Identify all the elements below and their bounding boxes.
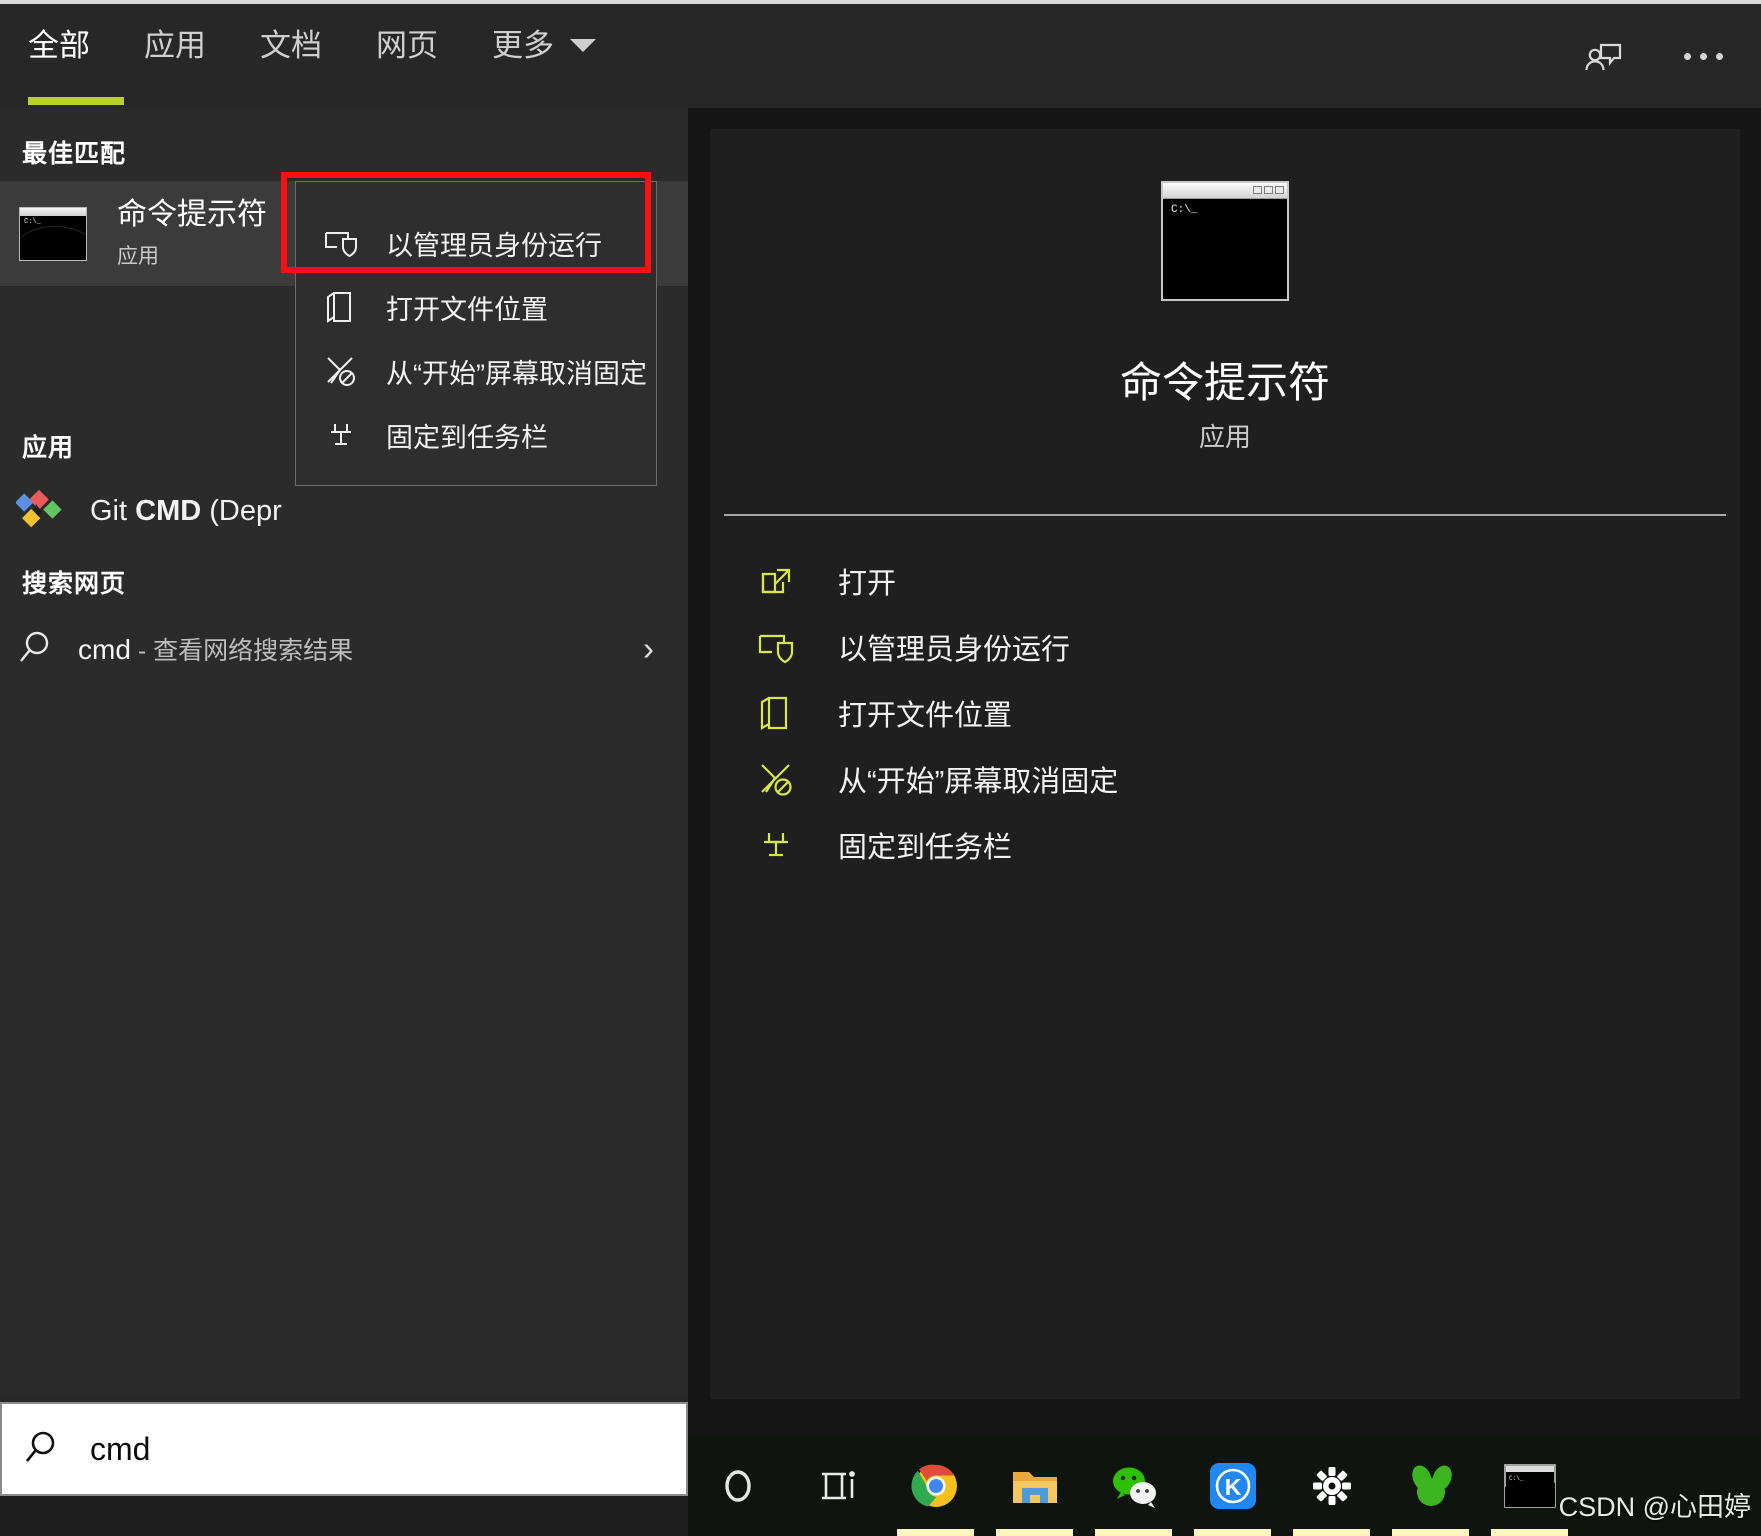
search-header: 全部 应用 文档 网页 更多 (0, 4, 1761, 108)
list-item-web-search[interactable]: cmd - 查看网络搜索结果 › (0, 616, 688, 682)
taskbar-item-navicat[interactable] (1381, 1436, 1480, 1536)
more-options-icon[interactable] (1677, 30, 1729, 82)
apps-section-heading: 应用 (22, 434, 75, 462)
preview-actions: 打开 以管理员身份运行 打开文件位置 从“开始”屏幕取消固定 固定到任务栏 (750, 549, 1700, 879)
taskbar-item-task-view[interactable] (787, 1436, 886, 1536)
unpin-start-icon (320, 350, 362, 392)
command-prompt-icon-text: C:\_ (24, 217, 41, 226)
tab-apps[interactable]: 应用 (144, 30, 206, 67)
svg-text:K: K (1224, 1474, 1241, 1500)
more-dots (1683, 52, 1723, 60)
git-cmd-suffix: (Depr (201, 494, 282, 527)
git-cmd-prefix: Git (90, 494, 136, 527)
web-section-heading: 搜索网页 (22, 570, 127, 598)
taskbar-running-indicator (1095, 1529, 1172, 1536)
preview-subtitle: 应用 (1198, 422, 1251, 452)
tab-more[interactable]: 更多 (492, 30, 596, 67)
context-menu-item-unpin-start[interactable]: 从“开始”屏幕取消固定 (296, 339, 656, 403)
preview-card: C:\_ 命令提示符 应用 打开 以管理员身份运行 打开文件位置 从“开始”屏幕… (710, 129, 1740, 1399)
taskbar-running-indicator (1491, 1529, 1568, 1536)
context-menu-item-open-file-location[interactable]: 打开文件位置 (296, 275, 656, 339)
tab-web[interactable]: 网页 (376, 30, 438, 67)
tab-all[interactable]: 全部 (28, 30, 90, 67)
unpin-start-icon (750, 753, 802, 805)
pin-taskbar-icon (320, 414, 362, 456)
folder-open-icon (320, 286, 362, 328)
action-open[interactable]: 打开 (750, 549, 1700, 613)
tab-documents[interactable]: 文档 (260, 30, 322, 67)
search-filter-tabs: 全部 应用 文档 网页 更多 (28, 30, 650, 67)
taskbar-running-indicator (996, 1529, 1073, 1536)
taskbar-running-indicator (1392, 1529, 1469, 1536)
action-unpin-start-label: 从“开始”屏幕取消固定 (838, 766, 1119, 798)
taskbar-item-chrome[interactable] (886, 1436, 985, 1536)
command-prompt-large-icon-text: C:\_ (1171, 204, 1198, 216)
action-open-file-location-label: 打开文件位置 (838, 700, 1013, 732)
context-menu: 以管理员身份运行 打开文件位置 从“开始”屏幕取消固定 固定到任务栏 (295, 181, 657, 486)
context-menu-item-unpin-start-label: 从“开始”屏幕取消固定 (386, 358, 647, 389)
web-search-query: cmd (78, 634, 131, 665)
chevron-right-icon: › (643, 630, 654, 667)
taskbar-upper-strip (688, 1402, 1761, 1436)
tab-more-label: 更多 (492, 28, 554, 63)
command-prompt-icon: C:\_ (19, 206, 87, 261)
open-external-icon (750, 555, 802, 607)
git-cmd-icon (14, 488, 62, 534)
action-run-as-admin-label: 以管理员身份运行 (838, 634, 1071, 666)
preview-pane: C:\_ 命令提示符 应用 打开 以管理员身份运行 打开文件位置 从“开始”屏幕… (688, 108, 1761, 1402)
pin-taskbar-icon (750, 819, 802, 871)
best-match-heading: 最佳匹配 (22, 140, 127, 168)
tab-documents-label: 文档 (260, 28, 322, 63)
preview-divider (724, 514, 1726, 516)
windows-search-screen: 全部 应用 文档 网页 更多 最佳匹配 C:\_ 命令提示符 应用 应用 Git… (0, 0, 1761, 1536)
context-menu-item-open-file-location-label: 打开文件位置 (386, 294, 548, 325)
header-actions (1577, 30, 1729, 82)
taskbar-item-settings[interactable] (1282, 1436, 1381, 1536)
shield-run-icon (320, 222, 362, 264)
taskbar-item-cortana[interactable] (688, 1436, 787, 1536)
tab-apps-label: 应用 (144, 28, 206, 63)
search-input[interactable]: cmd (0, 1402, 688, 1496)
search-icon (18, 627, 62, 671)
best-match-text: 命令提示符 应用 (117, 198, 267, 270)
action-pin-taskbar[interactable]: 固定到任务栏 (750, 813, 1700, 877)
taskbar-running-indicator (897, 1529, 974, 1536)
taskbar-item-kingsoft[interactable]: K (1183, 1436, 1282, 1536)
active-tab-indicator (28, 97, 124, 105)
tab-all-label: 全部 (28, 28, 90, 63)
watermark: CSDN @心田婷 (1558, 1492, 1751, 1522)
taskbar-item-wechat[interactable] (1084, 1436, 1183, 1536)
list-item-git-cmd[interactable]: Git CMD (Depr (0, 480, 688, 542)
folder-open-icon (750, 687, 802, 739)
shield-run-icon (750, 621, 802, 673)
tab-web-label: 网页 (376, 28, 438, 63)
best-match-subtitle: 应用 (117, 244, 159, 268)
context-menu-item-pin-taskbar-label: 固定到任务栏 (386, 422, 548, 453)
feedback-icon[interactable] (1577, 30, 1629, 82)
action-run-as-admin[interactable]: 以管理员身份运行 (750, 615, 1700, 679)
context-menu-item-run-as-admin[interactable]: 以管理员身份运行 (296, 211, 656, 275)
git-cmd-bold: CMD (135, 494, 202, 527)
search-input-value: cmd (90, 1430, 151, 1467)
taskbar-item-file-explorer[interactable] (985, 1436, 1084, 1536)
chevron-down-icon (570, 39, 596, 52)
taskbar: K C:\_ CSDN @心田婷 (688, 1436, 1761, 1536)
best-match-title: 命令提示符 (117, 197, 267, 231)
svg-text:C:\_: C:\_ (1509, 1475, 1524, 1482)
preview-title: 命令提示符 (1119, 359, 1330, 406)
action-open-label: 打开 (838, 568, 897, 600)
command-prompt-large-icon: C:\_ (1161, 181, 1289, 301)
context-menu-item-pin-taskbar[interactable]: 固定到任务栏 (296, 403, 656, 467)
git-cmd-label: Git CMD (Depr (90, 495, 282, 528)
action-pin-taskbar-label: 固定到任务栏 (838, 832, 1013, 864)
web-search-label: cmd - 查看网络搜索结果 (78, 631, 353, 667)
web-search-suffix: - 查看网络搜索结果 (130, 637, 354, 665)
action-unpin-start[interactable]: 从“开始”屏幕取消固定 (750, 747, 1700, 811)
search-icon (24, 1427, 68, 1471)
context-menu-item-run-as-admin-label: 以管理员身份运行 (386, 230, 602, 261)
taskbar-running-indicator (1194, 1529, 1271, 1536)
action-open-file-location[interactable]: 打开文件位置 (750, 681, 1700, 745)
taskbar-item-command-prompt[interactable]: C:\_ (1480, 1436, 1579, 1536)
taskbar-running-indicator (1293, 1529, 1370, 1536)
